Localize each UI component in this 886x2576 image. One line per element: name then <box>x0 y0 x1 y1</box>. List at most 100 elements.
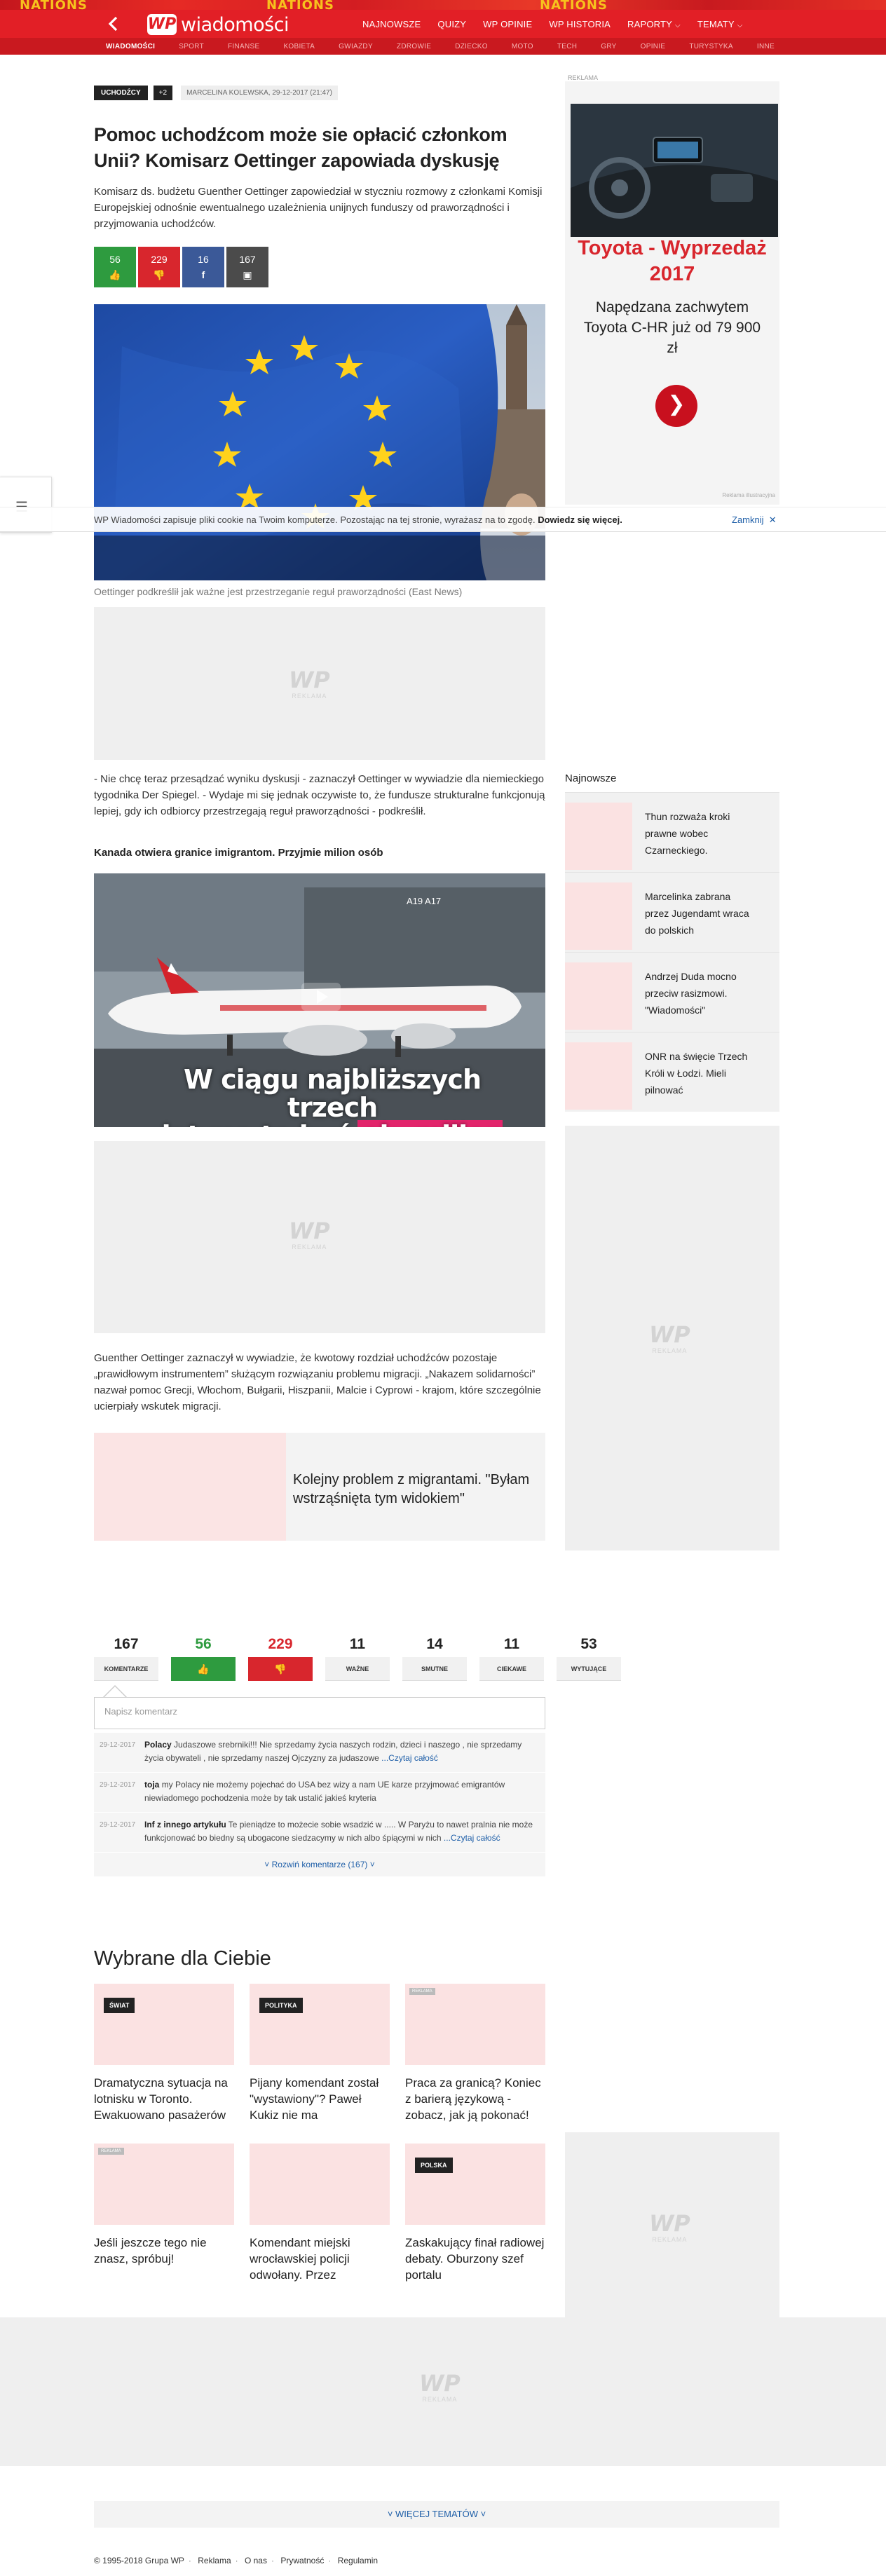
section-opinie[interactable]: OPINIE <box>629 43 678 50</box>
footer-link-prywatnosc[interactable]: Prywatność <box>280 2556 324 2565</box>
latest-item[interactable]: Thun rozważa kroki prawne wobec Czarneck… <box>565 792 779 872</box>
back-button[interactable] <box>104 14 123 34</box>
footer-link-o-nas[interactable]: O nas <box>245 2556 267 2565</box>
nav-raporty[interactable]: RAPORTY ⌵ <box>619 19 689 29</box>
footer-link-regulamin[interactable]: Regulamin <box>338 2556 378 2565</box>
facebook-count: 16 <box>198 254 209 265</box>
related-article-card[interactable]: Kolejny problem z migrantami. "Byłam wst… <box>94 1433 545 1541</box>
reaction-down[interactable]: 229 👎 <box>248 1636 313 1681</box>
section-tech[interactable]: TECH <box>545 43 589 50</box>
ad-headline: Toyota - Wyprzedaż 2017 <box>578 237 767 285</box>
wp-logo-icon: WP <box>419 2370 461 2397</box>
latest-item[interactable]: Marcelinka zabrana przez Jugendamt wraca… <box>565 872 779 952</box>
more-topics-button[interactable]: ˅ WIĘCEJ TEMATÓW ˅ <box>94 2501 779 2528</box>
cookie-text: WP Wiadomości zapisuje pliki cookie na T… <box>94 514 622 525</box>
reaction-comments[interactable]: 167 KOMENTARZE <box>94 1636 158 1681</box>
sidebar-ad-toyota[interactable]: Toyota - Wyprzedaż 2017 Napędzana zachwy… <box>565 81 779 505</box>
cookie-message: WP Wiadomości zapisuje pliki cookie na T… <box>94 514 536 525</box>
reaction-smutne[interactable]: 14 SMUTNE <box>402 1636 467 1681</box>
category-tag[interactable]: UCHODŹCY <box>94 86 148 100</box>
cookie-learn-more-link[interactable]: Dowiedz się więcej. <box>538 514 622 525</box>
reaction-ciekawe[interactable]: 11 CIEKAWE <box>479 1636 544 1681</box>
nav-quizy[interactable]: QUIZY <box>429 19 475 29</box>
bottom-ad-slot[interactable]: WP REKLAMA <box>0 2317 886 2466</box>
thumbs-up-icon: 👍 <box>171 1657 236 1681</box>
section-moto[interactable]: MOTO <box>500 43 545 50</box>
read-more-link[interactable]: ...Czytaj całość <box>381 1753 438 1763</box>
comment-icon: ▣ <box>243 269 252 280</box>
latest-item[interactable]: Andrzej Duda mocno przeciw rasizmowi. "W… <box>565 952 779 1032</box>
more-tags-button[interactable]: +2 <box>153 86 173 100</box>
section-zdrowie[interactable]: ZDROWIE <box>385 43 443 50</box>
upvote-count: 56 <box>109 254 121 265</box>
comments-list: 29-12-2017 Polacy Judaszowe srebrniki!!!… <box>94 1733 545 1876</box>
facebook-share-button[interactable]: 16 f <box>182 247 224 287</box>
section-kobieta[interactable]: KOBIETA <box>271 43 327 50</box>
site-logo[interactable]: WP wiadomości <box>147 14 289 36</box>
latest-item[interactable]: ONR na święcie Trzech Króli w Łodzi. Mie… <box>565 1032 779 1112</box>
vote-bar: 56 👍 229 👎 16 f 167 ▣ <box>94 247 268 287</box>
section-dziecko[interactable]: DZIECKO <box>443 43 500 50</box>
section-gry[interactable]: GRY <box>589 43 628 50</box>
cookie-close-button[interactable]: Zamknij ✕ <box>732 514 777 526</box>
footer-link-reklama[interactable]: Reklama <box>198 2556 231 2565</box>
cookie-close-label: Zamknij <box>732 514 764 525</box>
latest-heading: Najnowsze <box>565 772 617 784</box>
read-more-link[interactable]: ...Czytaj całość <box>444 1833 500 1843</box>
site-header: NATIONS NATIONS NATIONS WP wiadomości NA… <box>0 0 886 55</box>
logo-mark: WP <box>147 14 177 35</box>
promo-strip[interactable]: NATIONS NATIONS NATIONS <box>0 0 886 10</box>
reaction-up[interactable]: 56 👍 <box>171 1636 236 1681</box>
recommended-card[interactable]: REKLAMA Praca za granicą? Koniec z barie… <box>405 1984 545 2123</box>
section-finanse[interactable]: FINANSE <box>216 43 271 50</box>
nav-wp-opinie[interactable]: WP OPINIE <box>475 19 540 29</box>
nav-najnowsze[interactable]: NAJNOWSZE <box>354 19 429 29</box>
recommended-card[interactable]: ŚWIAT Dramatyczna sytuacja na lotnisku w… <box>94 1984 234 2123</box>
ad-placeholder-logo: WP REKLAMA <box>649 2212 690 2243</box>
section-turystyka[interactable]: TURYSTYKA <box>677 43 745 50</box>
recommended-card[interactable]: REKLAMA Jeśli jeszcze tego nie znasz, sp… <box>94 2144 234 2267</box>
comment-date: 29-12-2017 <box>100 1781 136 1789</box>
latest-title: Marcelinka zabrana przez Jugendamt wraca… <box>645 891 749 936</box>
reaction-count: 229 <box>268 1636 293 1652</box>
close-icon: ✕ <box>766 514 777 525</box>
upvote-button[interactable]: 56 👍 <box>94 247 136 287</box>
ad-slot[interactable]: WP REKLAMA <box>94 1141 545 1333</box>
reaction-wazne[interactable]: 11 WAŻNE <box>325 1636 390 1681</box>
ad-placeholder-logo: WP REKLAMA <box>289 1220 330 1250</box>
cookie-banner: WP Wiadomości zapisuje pliki cookie na T… <box>0 507 886 532</box>
comments-button[interactable]: 167 ▣ <box>226 247 268 287</box>
comment-author[interactable]: Polacy <box>144 1740 172 1750</box>
comment-item: 29-12-2017 Polacy Judaszowe srebrniki!!!… <box>94 1733 545 1773</box>
nav-tematy[interactable]: TEMATY ⌵ <box>689 19 751 29</box>
section-sport[interactable]: SPORT <box>167 43 216 50</box>
ad-cta-button[interactable]: ❯ <box>655 385 697 427</box>
eu-flag-photo <box>94 304 545 580</box>
video-player[interactable]: A19 A17 W ciągu najbliższych trzech lat … <box>94 873 545 1127</box>
comment-author[interactable]: toja <box>144 1780 159 1790</box>
recommended-card[interactable]: Komendant miejski wrocławskiej policji o… <box>250 2144 390 2283</box>
play-button[interactable] <box>301 983 341 1011</box>
chevron-right-icon: ❯ <box>667 393 686 416</box>
recommended-card[interactable]: POLITYKA Pijany komendant został "wystaw… <box>250 1984 390 2123</box>
reactions-bar: 167 KOMENTARZE 56 👍 229 👎 11 WAŻNE 14 SM… <box>94 1636 621 1681</box>
downvote-button[interactable]: 229 👎 <box>138 247 180 287</box>
latest-thumbnail <box>565 962 632 1030</box>
ad-slot[interactable]: WP REKLAMA <box>94 607 545 760</box>
ad-label: REKLAMA <box>292 1243 327 1250</box>
card-thumbnail: REKLAMA <box>405 1984 545 2065</box>
footer: © 1995-2018 Grupa WP · Reklama · O nas · Pr… <box>94 2556 379 2565</box>
reaction-wytujace[interactable]: 53 WYTUJĄCE <box>557 1636 621 1681</box>
card-thumbnail: POLSKA <box>405 2144 545 2225</box>
expand-comments-button[interactable]: ˅ Rozwiń komentarze (167) ˅ <box>94 1853 545 1876</box>
video-caption-line2-text: lat ma to być <box>162 1120 350 1127</box>
section-gwiazdy[interactable]: GWIAZDY <box>327 43 385 50</box>
comment-input[interactable]: Napisz komentarz <box>94 1697 545 1729</box>
comment-author[interactable]: Inf z innego artykułu <box>144 1820 226 1829</box>
section-inne[interactable]: INNE <box>745 43 786 50</box>
ad-body: Napędzana zachwytem Toyota C-HR już od 7… <box>583 299 761 356</box>
recommended-card[interactable]: POLSKA Zaskakujący finał radiowej debaty… <box>405 2144 545 2283</box>
section-wiadomosci[interactable]: WIADOMOŚCI <box>94 43 167 50</box>
nav-wp-historia[interactable]: WP HISTORIA <box>540 19 619 29</box>
sidebar-ad-slot[interactable]: WP REKLAMA <box>565 1126 779 1551</box>
